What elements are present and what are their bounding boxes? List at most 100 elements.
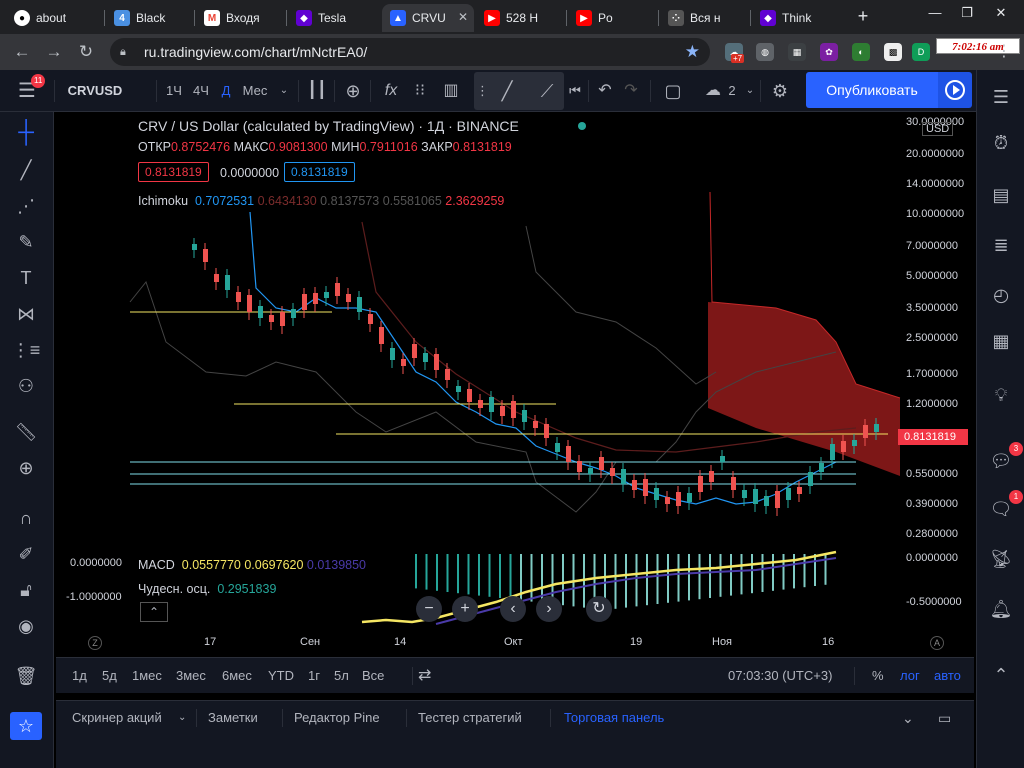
evernote-extension-icon[interactable]: ◐	[852, 43, 870, 61]
alarm-clock-icon[interactable]: ⏰︎	[985, 128, 1017, 158]
favorites-star-icon[interactable]: ☆	[10, 712, 42, 740]
skip-back-icon[interactable]: ⏮	[566, 70, 584, 112]
grid-icon[interactable]: ⁝⁝	[410, 70, 430, 112]
layout-count[interactable]: 2	[726, 70, 738, 112]
scroll-right-button[interactable]: ›	[536, 596, 562, 622]
reset-chart-button[interactable]: ↻	[586, 596, 612, 622]
minimize-button[interactable]: —	[920, 2, 950, 24]
calendar-grid-icon[interactable]: ▦	[985, 326, 1017, 356]
watchlist-icon[interactable]: ☰	[985, 82, 1017, 112]
browser-tab-black[interactable]: 4 Black	[106, 4, 192, 32]
bars-icon[interactable]: ▥	[438, 70, 464, 112]
indicators-fx-icon[interactable]: fx	[376, 70, 406, 112]
bell-icon[interactable]: 🔔︎	[985, 594, 1017, 624]
chevron-down-icon[interactable]: ⌄	[742, 70, 758, 112]
eye-icon[interactable]: ◉	[10, 612, 42, 640]
hotlist-icon[interactable]: ≣	[985, 230, 1017, 260]
browser-tab-youtube-528[interactable]: ▶ 528 H	[476, 4, 564, 32]
browser-tab-think[interactable]: ◆ Think	[752, 4, 840, 32]
undo-icon[interactable]: ↶	[594, 70, 616, 112]
brush-icon[interactable]: ✎	[10, 228, 42, 256]
browser-tab-news[interactable]: ⁘ Вся н	[660, 4, 748, 32]
shapes-icon[interactable]: ⚇	[10, 372, 42, 400]
magnet-icon[interactable]: ∩	[10, 504, 42, 532]
reload-button[interactable]: ↻	[74, 41, 98, 63]
browser-tab-youtube-po[interactable]: ▶ Po	[568, 4, 656, 32]
range-ytd[interactable]: YTD	[268, 658, 294, 694]
interval-1h[interactable]: 1Ч	[162, 70, 186, 112]
interval-month[interactable]: Мес	[238, 70, 272, 112]
trash-icon[interactable]: 🗑︎	[10, 662, 42, 690]
tab-trading-panel[interactable]: Торговая панель	[564, 701, 664, 735]
redo-icon[interactable]: ↷	[620, 70, 642, 112]
drag-handle-icon[interactable]: ⋮	[476, 70, 489, 112]
auto-scale-toggle[interactable]: авто	[934, 658, 961, 694]
trendline-icon[interactable]: ╱	[10, 156, 42, 184]
broadcast-icon[interactable]: 📡︎	[985, 544, 1017, 574]
maximize-panel-icon[interactable]: ▭	[938, 701, 951, 735]
clock-time[interactable]: 07:03:30 (UTC+3)	[728, 658, 832, 694]
range-1m[interactable]: 1мес	[132, 658, 162, 694]
scroll-left-button[interactable]: ‹	[500, 596, 526, 622]
chart-pane[interactable]: CRV / US Dollar (calculated by TradingVi…	[56, 112, 974, 657]
range-6m[interactable]: 6мес	[222, 658, 252, 694]
lightbulb-icon[interactable]: 💡︎	[985, 380, 1017, 410]
new-tab-button[interactable]: +	[848, 5, 878, 27]
interval-1d[interactable]: Д	[216, 70, 236, 112]
cloud-layout-icon[interactable]: ☁	[696, 70, 730, 112]
range-5d[interactable]: 5д	[102, 658, 117, 694]
ruler-icon[interactable]: 📏︎	[10, 418, 42, 446]
publish-play-button[interactable]	[938, 72, 972, 108]
tab-strategy-tester[interactable]: Тестер стратегий	[418, 701, 522, 735]
range-1y[interactable]: 1г	[308, 658, 320, 694]
log-scale-toggle[interactable]: лог	[900, 658, 920, 694]
collapse-chevron-icon[interactable]: ⌃	[985, 660, 1017, 690]
browser-tab-gmail[interactable]: M Входя	[196, 4, 284, 32]
zoom-in-icon[interactable]: ⊕	[10, 454, 42, 482]
timezone-z-button[interactable]: Z	[88, 636, 102, 650]
text-icon[interactable]: T	[10, 264, 42, 292]
range-3m[interactable]: 3мес	[176, 658, 206, 694]
back-button[interactable]: ←	[10, 41, 34, 63]
range-all[interactable]: Все	[362, 658, 384, 694]
range-1d[interactable]: 1д	[72, 658, 87, 694]
pattern-icon[interactable]: ⋈	[10, 300, 42, 328]
restore-button[interactable]: ❐	[952, 2, 982, 24]
prediction-icon[interactable]: ⋮≡	[10, 336, 42, 364]
fullscreen-icon[interactable]: ▢	[660, 70, 686, 112]
browser-tab-about[interactable]: ● about	[6, 4, 101, 32]
green-extension-icon[interactable]: D	[912, 43, 930, 61]
publish-button[interactable]: Опубликовать	[806, 72, 938, 108]
close-window-button[interactable]: ✕	[986, 2, 1016, 24]
tab-notes[interactable]: Заметки	[208, 701, 258, 735]
collapse-pane-button[interactable]: ⌃	[140, 602, 168, 622]
currency-label[interactable]: USD	[922, 122, 954, 136]
forward-button[interactable]: →	[42, 41, 66, 63]
tab-pine-editor[interactable]: Редактор Pine	[294, 701, 380, 735]
ray-tool-icon[interactable]: ⟋	[530, 70, 564, 112]
zoom-in-button[interactable]: +	[452, 596, 478, 622]
lock-drawing-icon[interactable]: ✐	[10, 540, 42, 568]
browser-tab-crvusd[interactable]: ▲ CRVU ✕	[382, 4, 474, 32]
candles-icon[interactable]: ┃┃	[304, 70, 330, 112]
bookmark-star-icon[interactable]: ★	[685, 42, 700, 62]
address-bar[interactable]: 🔒︎ ru.tradingview.com/chart/mNctrEA0/ ★	[110, 38, 710, 66]
close-icon[interactable]: ✕	[458, 10, 468, 24]
data-window-icon[interactable]: ▤	[985, 180, 1017, 210]
browser-tab-tesla[interactable]: ◆ Tesla	[288, 4, 378, 32]
trendline-tool-icon[interactable]: ╱	[490, 70, 524, 112]
flower-extension-icon[interactable]: ✿	[820, 43, 838, 61]
percent-scale-toggle[interactable]: %	[872, 658, 884, 694]
tab-stock-screener[interactable]: Скринер акций	[72, 701, 162, 735]
range-5y[interactable]: 5л	[334, 658, 349, 694]
calculator-extension-icon[interactable]: ▦	[788, 43, 806, 61]
qr-code-extension-icon[interactable]: ▩	[884, 43, 902, 61]
goto-date-icon[interactable]: ⇄	[418, 658, 431, 694]
zoom-out-button[interactable]: −	[416, 596, 442, 622]
interval-4h[interactable]: 4Ч	[188, 70, 214, 112]
crosshair-icon[interactable]: ┼	[10, 118, 42, 146]
globe-extension-icon[interactable]: ◍	[756, 43, 774, 61]
chevron-down-icon[interactable]: ⌄	[276, 70, 292, 112]
browser-menu-icon[interactable]: ⋮	[996, 41, 1012, 61]
compare-add-icon[interactable]: ⊕	[340, 70, 366, 112]
